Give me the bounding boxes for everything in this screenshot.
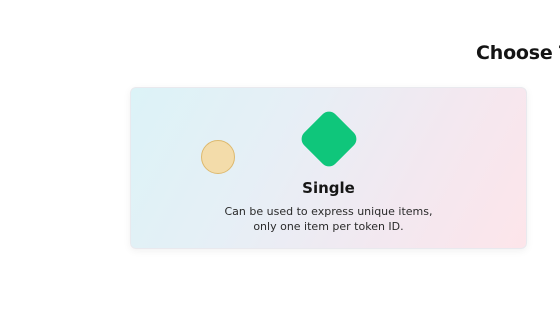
section-heading: Choose T bbox=[476, 42, 560, 64]
page: Choose T Single Can be used to express u… bbox=[0, 0, 560, 315]
cursor-circle-icon bbox=[201, 140, 235, 174]
card-title: Single bbox=[302, 179, 355, 197]
card-description-line-2: only one item per token ID. bbox=[253, 220, 404, 233]
card-description: Can be used to express unique items, onl… bbox=[130, 204, 527, 234]
card-description-line-1: Can be used to express unique items, bbox=[224, 205, 433, 218]
